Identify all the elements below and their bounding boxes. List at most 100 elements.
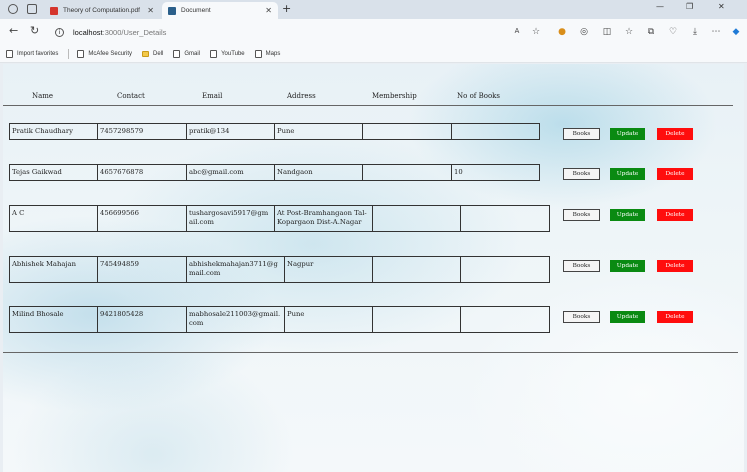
read-aloud-icon[interactable]: A: [512, 27, 522, 37]
header-email: Email: [202, 92, 223, 100]
cell-email: pratik@134: [186, 123, 275, 140]
address-bar: ← ↻ i localhost:3000/User_Details A ☆ ● …: [0, 19, 747, 45]
back-icon[interactable]: ←: [9, 25, 18, 37]
bookmark-youtube[interactable]: YouTube: [210, 49, 245, 58]
cell-books: [460, 205, 550, 232]
pdf-icon: [50, 6, 58, 15]
tab-title: Theory of Computation.pdf: [63, 7, 140, 14]
cell-membership: [362, 123, 452, 140]
divider: [68, 48, 70, 59]
browser-essentials-icon[interactable]: ♡: [668, 27, 678, 37]
bookmark-label: Import favorites: [17, 50, 59, 57]
header-contact: Contact: [117, 92, 145, 100]
tab-theory-of-computation[interactable]: Theory of Computation.pdf ✕: [44, 2, 160, 19]
cell-contact: 4657676878: [97, 164, 187, 181]
cell-email: abc@gmail.com: [186, 164, 275, 181]
cell-email: abhishekmahajan3711@gmail.com: [186, 256, 285, 283]
cell-contact: 7457298579: [97, 123, 187, 140]
bookmark-label: Gmail: [184, 50, 201, 57]
cell-membership: [372, 256, 461, 283]
update-button[interactable]: Update: [610, 128, 645, 140]
extension-icon[interactable]: ●: [557, 27, 567, 37]
close-icon[interactable]: ✕: [147, 6, 154, 15]
downloads-icon[interactable]: ⤓: [690, 27, 700, 37]
cell-books: [460, 256, 550, 283]
cell-membership: [372, 306, 461, 333]
tab-title: Document: [181, 7, 211, 14]
url-host: localhost: [73, 27, 103, 37]
cell-name: Pratik Chaudhary: [9, 123, 98, 140]
workspaces-icon[interactable]: [27, 4, 37, 14]
cell-books: 10: [451, 164, 540, 181]
browser-tab-bar: Theory of Computation.pdf ✕ Document ✕ +…: [0, 0, 747, 19]
refresh-icon[interactable]: ↻: [30, 25, 39, 37]
header-address: Address: [287, 92, 316, 100]
new-tab-button[interactable]: +: [282, 2, 291, 15]
info-icon[interactable]: i: [55, 27, 64, 37]
split-screen-icon[interactable]: ◫: [602, 27, 612, 37]
extension-icon[interactable]: ◎: [579, 27, 589, 37]
header-name: Name: [32, 92, 54, 100]
books-button[interactable]: Books: [563, 128, 600, 140]
delete-button[interactable]: Delete: [657, 128, 693, 140]
delete-button[interactable]: Delete: [657, 260, 693, 272]
bookmark-label: Maps: [265, 50, 281, 57]
minimize-icon[interactable]: —: [656, 2, 664, 11]
books-button[interactable]: Books: [563, 209, 600, 221]
cell-address: Pune: [284, 306, 373, 333]
cell-address: At Post-Bramhangaon Tal-Kopargaon Dist-A…: [274, 205, 373, 232]
cell-email: tushargosavi5917@gmail.com: [186, 205, 275, 232]
bookmark-label: McAfee Security: [88, 50, 133, 57]
page-icon: [254, 49, 262, 58]
update-button[interactable]: Update: [610, 311, 645, 323]
maximize-icon[interactable]: ❐: [686, 2, 693, 11]
url-field[interactable]: i localhost:3000/User_Details: [55, 24, 545, 40]
cell-address: Pune: [274, 123, 363, 140]
cell-name: Milind Bhosale: [9, 306, 98, 333]
books-button[interactable]: Books: [563, 168, 600, 180]
favorite-star-icon[interactable]: ☆: [531, 27, 541, 37]
profile-icon[interactable]: [8, 4, 18, 14]
cell-email: mabhosale211003@gmail.com: [186, 306, 285, 333]
cell-address: Nagpur: [284, 256, 373, 283]
page-icon: [210, 49, 218, 58]
delete-button[interactable]: Delete: [657, 168, 693, 180]
favorites-icon[interactable]: ☆: [624, 27, 634, 37]
cell-books: [460, 306, 550, 333]
update-button[interactable]: Update: [610, 168, 645, 180]
copilot-icon[interactable]: ◆: [731, 27, 741, 37]
cell-address: Nandgaon: [274, 164, 363, 181]
delete-button[interactable]: Delete: [657, 311, 693, 323]
cell-membership: [362, 164, 452, 181]
document-icon: [168, 6, 176, 15]
close-icon[interactable]: ✕: [265, 6, 272, 15]
bookmark-dell[interactable]: Dell: [142, 50, 163, 57]
bookmark-import-favorites[interactable]: Import favorites: [6, 49, 59, 58]
cell-books: [451, 123, 540, 140]
books-button[interactable]: Books: [563, 311, 600, 323]
cell-contact: 9421805428: [97, 306, 187, 333]
bookmark-maps[interactable]: Maps: [254, 49, 281, 58]
url-path: :3000/User_Details: [102, 27, 167, 37]
books-button[interactable]: Books: [563, 260, 600, 272]
page-icon: [77, 49, 85, 58]
cell-name: A C: [9, 205, 98, 232]
bookmark-gmail[interactable]: Gmail: [173, 49, 201, 58]
tab-document[interactable]: Document ✕: [162, 2, 278, 19]
update-button[interactable]: Update: [610, 209, 645, 221]
header-no-of-books: No of Books: [457, 92, 501, 100]
page-icon: [173, 49, 181, 58]
cell-contact: 745494859: [97, 256, 187, 283]
bookmark-label: YouTube: [221, 50, 245, 57]
cell-contact: 456699566: [97, 205, 187, 232]
bookmark-mcafee[interactable]: McAfee Security: [77, 49, 133, 58]
header-membership: Membership: [372, 92, 417, 100]
more-icon[interactable]: ⋯: [711, 27, 721, 37]
import-icon: [6, 49, 13, 58]
user-details-page: Name Contact Email Address Membership No…: [3, 64, 744, 472]
table-bottom-divider: [3, 352, 738, 353]
collections-icon[interactable]: ⧉: [646, 27, 656, 37]
window-close-icon[interactable]: ✕: [718, 2, 725, 11]
update-button[interactable]: Update: [610, 260, 645, 272]
delete-button[interactable]: Delete: [657, 209, 693, 221]
